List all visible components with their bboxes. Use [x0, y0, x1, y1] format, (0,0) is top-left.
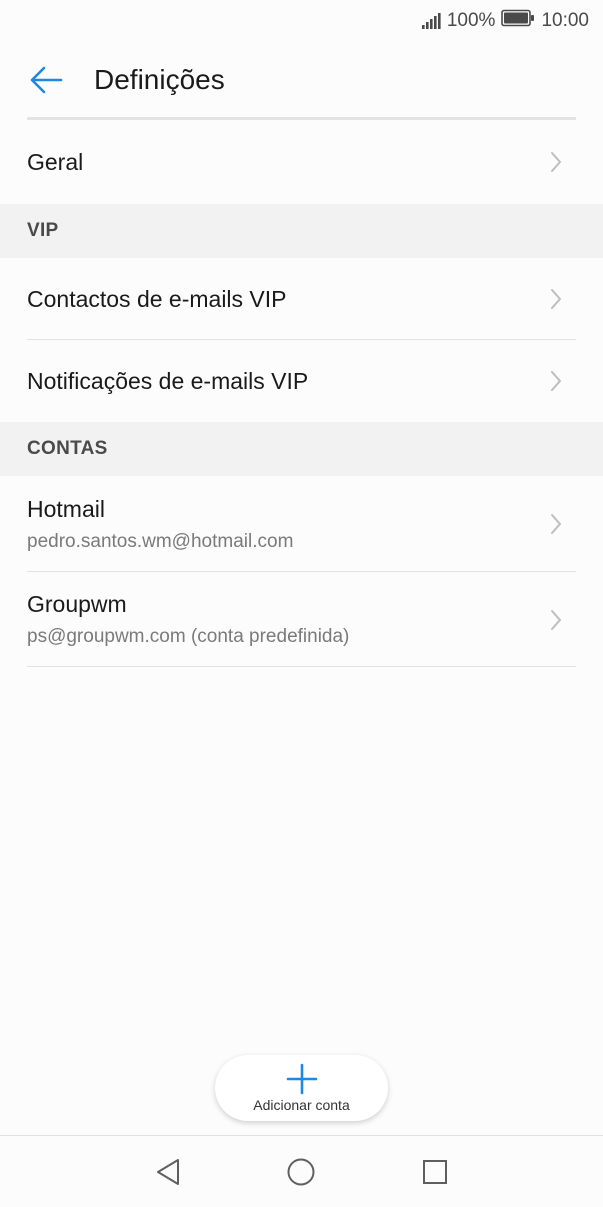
vip-notifications-row[interactable]: Notificações de e-mails VIP	[0, 340, 603, 422]
general-label: Geral	[27, 148, 84, 175]
section-header-vip: VIP	[0, 204, 603, 258]
account-row-hotmail[interactable]: Hotmail pedro.santos.wm@hotmail.com	[0, 476, 603, 572]
nav-recents-button[interactable]	[417, 1154, 453, 1190]
square-recents-icon	[423, 1160, 447, 1184]
chevron-right-icon	[546, 370, 566, 392]
general-text: Geral	[27, 149, 546, 176]
chevron-right-icon	[546, 151, 566, 173]
vip-notifications-text: Notificações de e-mails VIP	[27, 368, 546, 395]
nav-home-button[interactable]	[283, 1154, 319, 1190]
add-account-label: Adicionar conta	[253, 1097, 350, 1113]
account-text: Groupwm ps@groupwm.com (conta predefinid…	[27, 591, 546, 648]
battery-icon	[501, 9, 535, 33]
vip-notifications-label: Notificações de e-mails VIP	[27, 367, 309, 394]
status-bar: 100% 10:00	[0, 0, 603, 42]
signal-icon	[421, 12, 441, 30]
account-name: Hotmail	[27, 495, 105, 522]
page-title: Definições	[94, 64, 225, 95]
account-name: Groupwm	[27, 591, 127, 617]
section-header-accounts: CONTAS	[0, 422, 603, 476]
triangle-back-icon	[157, 1159, 179, 1185]
app-bar: Definições	[0, 42, 603, 118]
vip-contacts-label: Contactos de e-mails VIP	[27, 285, 287, 312]
account-text: Hotmail pedro.santos.wm@hotmail.com	[27, 496, 546, 553]
chevron-right-icon	[546, 288, 566, 310]
back-button[interactable]	[13, 47, 79, 113]
general-row[interactable]: Geral	[0, 120, 603, 204]
account-email: pedro.santos.wm@hotmail.com	[27, 530, 294, 552]
account-email: ps@groupwm.com (conta predefinida)	[27, 626, 350, 647]
battery-percent: 100%	[446, 10, 496, 31]
settings-list: Geral VIP Contactos de e-mails VIP Notif…	[0, 120, 603, 667]
clock: 10:00	[541, 10, 589, 31]
account-row-groupwm[interactable]: Groupwm ps@groupwm.com (conta predefinid…	[0, 572, 603, 667]
plus-icon	[286, 1063, 317, 1095]
vip-contacts-text: Contactos de e-mails VIP	[27, 286, 546, 313]
chevron-right-icon	[546, 513, 566, 535]
arrow-left-icon	[30, 66, 63, 94]
nav-back-button[interactable]	[150, 1154, 186, 1190]
vip-contacts-row[interactable]: Contactos de e-mails VIP	[0, 258, 603, 340]
circle-home-icon	[287, 1158, 315, 1186]
navigation-bar	[0, 1135, 603, 1207]
chevron-right-icon	[546, 609, 566, 631]
add-account-button[interactable]: Adicionar conta	[215, 1055, 388, 1121]
